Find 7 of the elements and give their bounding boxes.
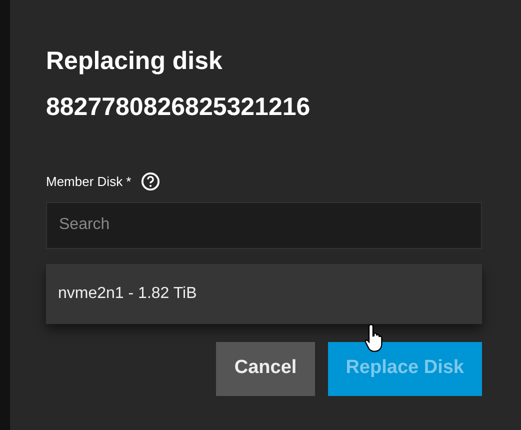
field-label: Member Disk * — [46, 173, 132, 191]
help-icon[interactable] — [141, 172, 160, 192]
cancel-button[interactable]: Cancel — [216, 342, 315, 396]
dialog-title: 8827780826825321216 — [46, 92, 312, 123]
dialog-title: Replacing disk — [46, 46, 224, 77]
dropdown-option[interactable]: nvme2n1 - 1.82 TiB — [46, 264, 482, 324]
search-field[interactable]: Search — [46, 202, 482, 248]
